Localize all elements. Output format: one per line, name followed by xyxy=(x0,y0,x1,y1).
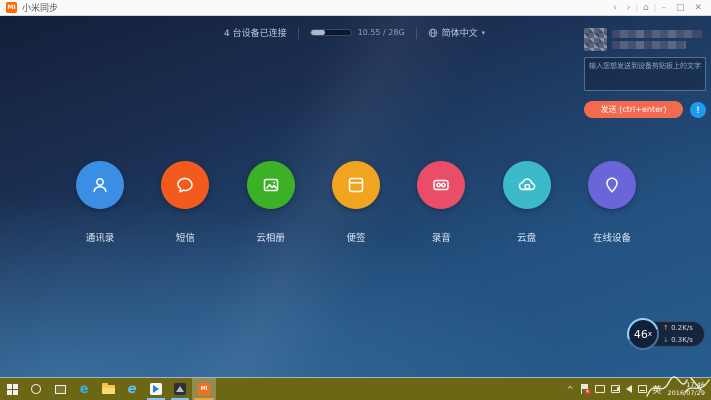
devices-connected-label: 4 台设备已连接 xyxy=(224,26,287,39)
taskbar-mi-sync[interactable]: MI xyxy=(192,378,216,400)
module-online-devices[interactable]: 在线设备 xyxy=(574,161,650,244)
info-button[interactable]: ! xyxy=(690,102,706,118)
dark-app-icon xyxy=(174,383,186,395)
module-label: 在线设备 xyxy=(593,230,631,244)
status-header: 4 台设备已连接 10.55 / 28G 简体中文 ▾ xyxy=(224,26,485,39)
module-sms[interactable]: 短信 xyxy=(147,161,223,244)
language-label: 简体中文 xyxy=(442,26,478,39)
zoom-badge[interactable]: 46x xyxy=(627,318,659,350)
language-selector[interactable]: 简体中文 ▾ xyxy=(428,26,486,39)
header-divider xyxy=(416,27,417,39)
storage-progress-track xyxy=(310,29,352,36)
taskbar-empty-area xyxy=(216,378,567,400)
folder-icon xyxy=(102,385,115,394)
window-titlebar: MI 小米同步 ‹ › | ⌂ | – □ ✕ xyxy=(0,0,711,16)
globe-icon xyxy=(428,28,438,38)
upload-arrow-icon: ↑ xyxy=(663,324,669,332)
module-grid: 通讯录 短信 云相册 xyxy=(62,161,650,244)
download-arrow-icon: ↓ xyxy=(663,336,669,344)
zoom-suffix: x xyxy=(648,330,652,338)
maximize-button[interactable]: □ xyxy=(671,1,690,15)
taskbar-player-app[interactable] xyxy=(144,378,168,400)
action-center-alert-icon[interactable]: ✕ xyxy=(580,384,589,394)
redacted-text-bar xyxy=(612,30,702,38)
taskbar-edge[interactable]: e xyxy=(72,378,96,400)
minimize-button[interactable]: – xyxy=(656,1,671,15)
module-label: 通讯录 xyxy=(86,230,115,244)
upload-speed: ↑ 0.2K/s xyxy=(663,322,693,334)
module-notes[interactable]: 便签 xyxy=(318,161,394,244)
album-icon xyxy=(247,161,295,209)
app-background: 4 台设备已连接 10.55 / 28G 简体中文 ▾ xyxy=(0,16,711,378)
cortana-button[interactable] xyxy=(24,378,48,400)
taskbar-clock[interactable]: 17:46 2016/07/29 xyxy=(668,381,707,397)
mi-sync-icon: MI xyxy=(198,383,210,395)
send-button[interactable]: 发送 (ctrl+enter) xyxy=(584,101,683,118)
contacts-icon xyxy=(76,161,124,209)
module-label: 便签 xyxy=(346,230,365,244)
close-button[interactable]: ✕ xyxy=(689,1,707,15)
edge-icon: e xyxy=(80,383,89,396)
module-recordings[interactable]: 录音 xyxy=(403,161,479,244)
module-label: 录音 xyxy=(432,230,451,244)
download-speed: ↓ 0.3K/s xyxy=(663,334,693,346)
player-icon xyxy=(150,383,162,395)
chevron-down-icon: ▾ xyxy=(482,29,486,37)
notes-icon xyxy=(332,161,380,209)
alert-badge: ✕ xyxy=(585,389,591,395)
taskbar-file-explorer[interactable] xyxy=(96,378,120,400)
storage-progress-fill xyxy=(311,30,325,35)
notifications-icon[interactable] xyxy=(638,385,647,393)
storage-used-label: 10.55 / 28G xyxy=(358,28,405,37)
redacted-text-bar xyxy=(612,41,686,49)
home-button[interactable]: ⌂ xyxy=(638,1,654,15)
clock-time: 17:46 xyxy=(668,381,705,389)
clock-date: 2016/07/29 xyxy=(668,389,705,397)
storage-progress: 10.55 / 28G xyxy=(310,28,405,37)
start-button[interactable] xyxy=(0,378,24,400)
send-text-panel: 发送 (ctrl+enter) ! xyxy=(584,28,706,118)
show-hidden-icons-chevron[interactable]: ^ xyxy=(567,385,574,394)
cortana-icon xyxy=(31,384,41,394)
network-speeds: ↑ 0.2K/s ↓ 0.3K/s xyxy=(663,322,693,346)
header-divider xyxy=(298,27,299,39)
user-row xyxy=(584,28,706,52)
sms-icon xyxy=(161,161,209,209)
module-cloud-album[interactable]: 云相册 xyxy=(233,161,309,244)
online-device-icon xyxy=(588,161,636,209)
zoom-value: 46 xyxy=(634,328,648,341)
taskbar-internet-explorer[interactable]: e xyxy=(120,378,144,400)
task-view-icon xyxy=(55,385,66,394)
forward-button[interactable]: › xyxy=(622,1,636,15)
send-text-input[interactable] xyxy=(584,57,706,91)
task-view-button[interactable] xyxy=(48,378,72,400)
module-label: 云盘 xyxy=(517,230,536,244)
volume-icon[interactable] xyxy=(626,385,632,393)
module-label: 云相册 xyxy=(256,230,285,244)
module-contacts[interactable]: 通讯录 xyxy=(62,161,138,244)
ime-language-indicator[interactable]: 英 xyxy=(653,383,662,396)
network-icon[interactable] xyxy=(595,385,605,393)
recorder-icon xyxy=(417,161,465,209)
taskbar-dark-app[interactable] xyxy=(168,378,192,400)
system-tray: ^ ✕ 英 17:46 2016/07/29 xyxy=(567,378,711,400)
taskbar: e e MI ^ ✕ 英 17:46 2016/07/29 xyxy=(0,378,711,400)
speed-overlay[interactable]: ↑ 0.2K/s ↓ 0.3K/s 46x xyxy=(627,318,707,350)
screen: MI 小米同步 ‹ › | ⌂ | – □ ✕ 4 台设备已连接 10.55 /… xyxy=(0,0,711,400)
cloud-icon xyxy=(503,161,551,209)
back-button[interactable]: ‹ xyxy=(608,1,622,15)
module-cloud-drive[interactable]: 云盘 xyxy=(489,161,565,244)
username-redacted xyxy=(612,28,706,52)
windows-logo-icon xyxy=(7,384,18,395)
send-row: 发送 (ctrl+enter) ! xyxy=(584,101,706,118)
module-label: 短信 xyxy=(176,230,195,244)
window-title: 小米同步 xyxy=(22,1,58,14)
mi-logo-icon: MI xyxy=(6,2,17,13)
internet-explorer-icon: e xyxy=(128,383,137,396)
avatar[interactable] xyxy=(584,28,607,51)
